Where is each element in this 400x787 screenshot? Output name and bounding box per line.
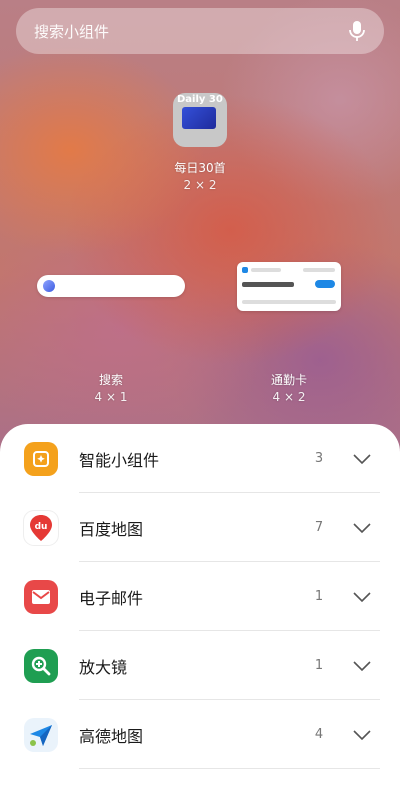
widget-name: 每日30首 — [174, 161, 226, 175]
widget-name: 搜索 — [98, 373, 123, 387]
search-logo-icon — [43, 280, 55, 292]
search-input[interactable]: 搜索小组件 — [34, 21, 348, 42]
app-row-amap[interactable]: 高德地图 4 — [0, 700, 400, 769]
microphone-icon[interactable] — [348, 20, 366, 42]
widget-count: 1 — [314, 658, 324, 673]
app-name: 高德地图 — [79, 726, 144, 746]
svg-text:du: du — [35, 522, 48, 532]
widget-count: 1 — [314, 589, 324, 604]
app-name: 放大镜 — [79, 657, 128, 677]
widget-app-list-sheet: 智能小组件 3 du 百度地图 7 电子邮件 1 放大镜 1 高德地图 4 — [0, 424, 400, 787]
chevron-down-icon[interactable] — [352, 522, 372, 534]
baidu-maps-icon: du — [24, 510, 58, 545]
search-widget-label: 搜索 4 × 1 — [61, 372, 161, 406]
widget-size: 4 × 2 — [272, 390, 306, 404]
app-name: 智能小组件 — [79, 450, 160, 470]
email-icon — [24, 579, 58, 614]
commute-logo-icon — [242, 267, 248, 273]
chevron-down-icon[interactable] — [352, 660, 372, 672]
widget-count: 4 — [314, 727, 324, 742]
commute-preview-line — [242, 282, 294, 287]
smart-widget-icon — [24, 441, 58, 476]
widget-count: 3 — [314, 451, 324, 466]
app-name: 电子邮件 — [79, 588, 144, 608]
widget-count: 7 — [314, 520, 324, 535]
app-name: 百度地图 — [79, 519, 144, 539]
app-row-smart-widget[interactable]: 智能小组件 3 — [0, 424, 400, 493]
chevron-down-icon[interactable] — [352, 453, 372, 465]
daily-30-preview-text: Daily 30 — [177, 94, 223, 105]
chevron-down-icon[interactable] — [352, 591, 372, 603]
commute-preview-line — [303, 268, 335, 272]
magnifier-icon — [24, 648, 58, 683]
search-bar[interactable]: 搜索小组件 — [16, 8, 384, 54]
daily-30-widget-preview[interactable]: Daily 30 — [173, 93, 227, 147]
commute-card-widget-label: 通勤卡 4 × 2 — [239, 372, 339, 406]
divider — [79, 768, 380, 769]
widget-size: 4 × 1 — [94, 390, 128, 404]
amap-icon — [24, 717, 58, 752]
widget-size: 2 × 2 — [183, 178, 217, 192]
commute-preview-line — [242, 300, 336, 304]
search-widget-preview[interactable] — [37, 275, 185, 297]
album-cover-icon — [182, 107, 216, 129]
daily-30-widget-label: 每日30首 2 × 2 — [150, 160, 250, 194]
commute-card-widget-preview[interactable] — [237, 262, 341, 311]
app-row-email[interactable]: 电子邮件 1 — [0, 562, 400, 631]
commute-preview-line — [251, 268, 281, 272]
widget-name: 通勤卡 — [270, 373, 307, 387]
app-row-baidu-maps[interactable]: du 百度地图 7 — [0, 493, 400, 562]
commute-preview-button — [315, 280, 335, 288]
chevron-down-icon[interactable] — [352, 729, 372, 741]
app-row-magnifier[interactable]: 放大镜 1 — [0, 631, 400, 700]
